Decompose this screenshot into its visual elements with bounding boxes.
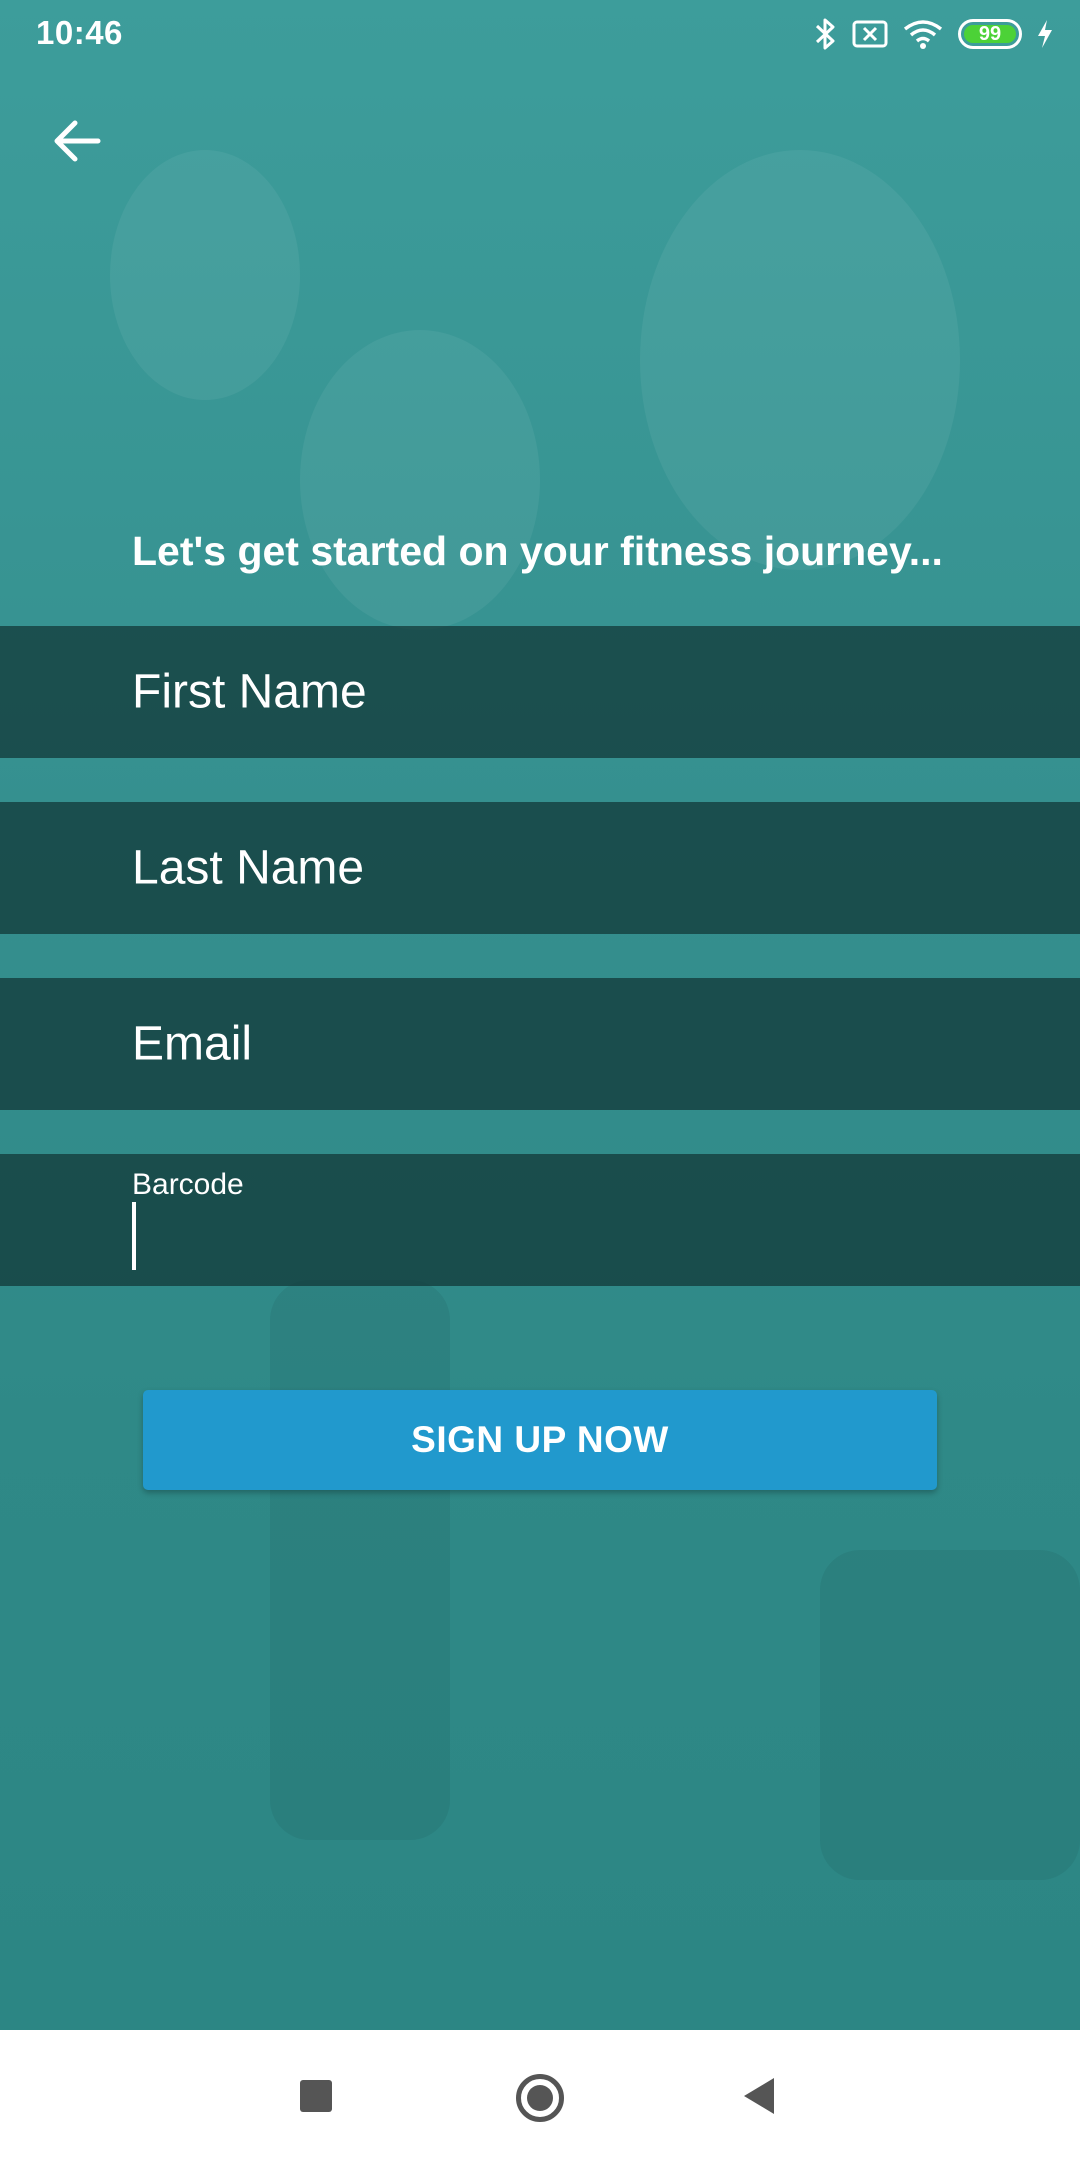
background-photo-detail (820, 1550, 1080, 1880)
battery-icon: 99 (958, 19, 1022, 49)
first-name-field[interactable]: First Name (0, 626, 1080, 758)
last-name-field[interactable]: Last Name (0, 802, 1080, 934)
home-icon[interactable] (516, 2074, 564, 2122)
barcode-field[interactable]: Barcode (0, 1154, 1080, 1286)
back-icon[interactable] (744, 2078, 774, 2114)
background-photo-detail (110, 150, 300, 400)
status-bar: 10:46 99 (0, 0, 1080, 66)
background-photo-detail (300, 330, 540, 630)
bluetooth-icon (814, 17, 838, 51)
barcode-label: Barcode (132, 1168, 244, 1201)
back-button[interactable] (44, 110, 110, 176)
email-field[interactable]: Email (0, 978, 1080, 1110)
status-icons: 99 (814, 14, 1054, 54)
charging-icon (1036, 19, 1054, 49)
text-cursor (132, 1202, 136, 1270)
background-photo-detail (270, 1280, 450, 1840)
recent-apps-icon[interactable] (300, 2080, 332, 2112)
sign-up-button[interactable]: SIGN UP NOW (143, 1390, 937, 1490)
status-time: 10:46 (36, 14, 123, 51)
navigation-bar (0, 2030, 1080, 2160)
background-photo (640, 150, 960, 570)
email-placeholder: Email (132, 1017, 253, 1071)
page-headline: Let's get started on your fitness journe… (132, 528, 943, 574)
wifi-icon (902, 18, 944, 50)
battery-level: 99 (978, 23, 1002, 45)
signup-screen: 10:46 99 Let's get started on your fitne… (0, 0, 1080, 2030)
no-sim-icon (852, 19, 888, 49)
arrow-left-icon (52, 119, 102, 168)
last-name-placeholder: Last Name (132, 841, 365, 895)
first-name-placeholder: First Name (132, 665, 367, 719)
